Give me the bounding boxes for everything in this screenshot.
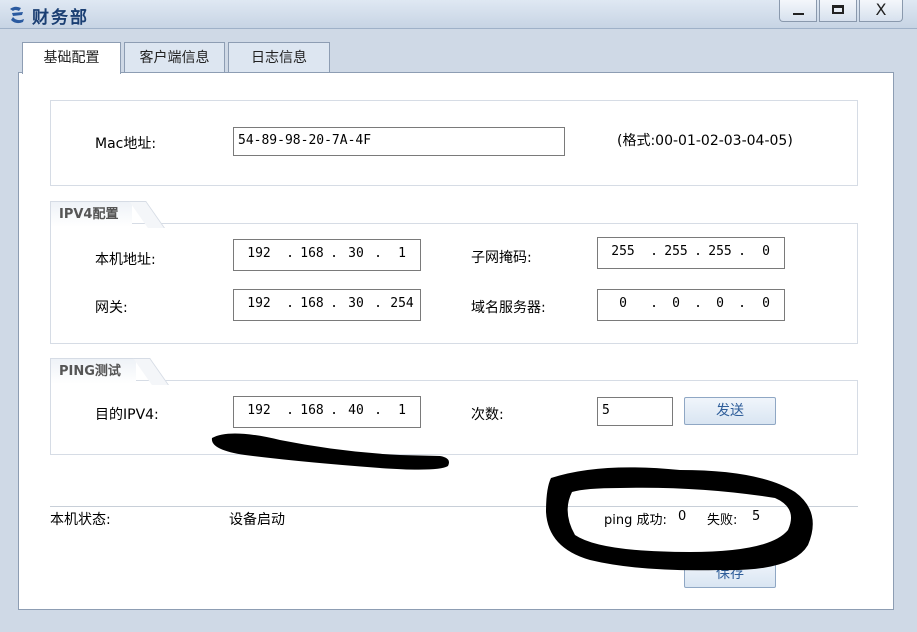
- mac-label: Mac地址:: [95, 136, 157, 152]
- gateway-label: 网关:: [95, 300, 128, 316]
- ping-success-count: 0: [678, 509, 687, 524]
- dns-input[interactable]: 0. 0. 0. 0: [597, 289, 785, 321]
- ping-count-input[interactable]: 5: [597, 397, 673, 426]
- mac-format-hint: (格式:00-01-02-03-04-05): [617, 133, 793, 149]
- status-value: 设备启动: [229, 512, 285, 528]
- subnet-mask-input[interactable]: 255. 255. 255. 0: [597, 237, 785, 269]
- close-button[interactable]: X: [859, 0, 903, 22]
- tab-basic-config[interactable]: 基础配置: [22, 42, 121, 74]
- window-title: 财务部: [32, 8, 89, 28]
- local-ip-label: 本机地址:: [95, 252, 156, 268]
- subnet-mask-label: 子网掩码:: [471, 250, 532, 266]
- ping-fail-label: 失败:: [707, 513, 738, 528]
- dns-label: 域名服务器:: [471, 300, 546, 316]
- tab-client-info[interactable]: 客户端信息: [124, 42, 225, 73]
- mac-input[interactable]: 54-89-98-20-7A-4F: [233, 127, 565, 156]
- title-bar: 财务部 X: [0, 0, 917, 29]
- ipv4-section-title: IPV4配置: [50, 201, 132, 227]
- send-button[interactable]: 发送: [684, 397, 776, 425]
- tab-log-info[interactable]: 日志信息: [228, 42, 330, 73]
- local-ip-input[interactable]: 192. 168. 30. 1: [233, 239, 421, 271]
- ping-target-input[interactable]: 192. 168. 40. 1: [233, 396, 421, 428]
- save-button[interactable]: 保存: [684, 560, 776, 588]
- ping-count-label: 次数:: [471, 407, 504, 423]
- maximize-button[interactable]: [819, 0, 857, 22]
- ping-fail-count: 5: [752, 509, 761, 524]
- status-label: 本机状态:: [50, 512, 111, 528]
- maximize-icon: [832, 5, 844, 14]
- status-divider: [50, 506, 858, 507]
- minimize-icon: [793, 13, 804, 15]
- ping-success-label: ping 成功:: [604, 513, 667, 528]
- app-icon: [10, 6, 24, 24]
- gateway-input[interactable]: 192. 168. 30. 254: [233, 289, 421, 321]
- minimize-button[interactable]: [779, 0, 817, 22]
- ping-section-title: PING测试: [50, 358, 136, 384]
- ping-target-label: 目的IPV4:: [95, 407, 159, 423]
